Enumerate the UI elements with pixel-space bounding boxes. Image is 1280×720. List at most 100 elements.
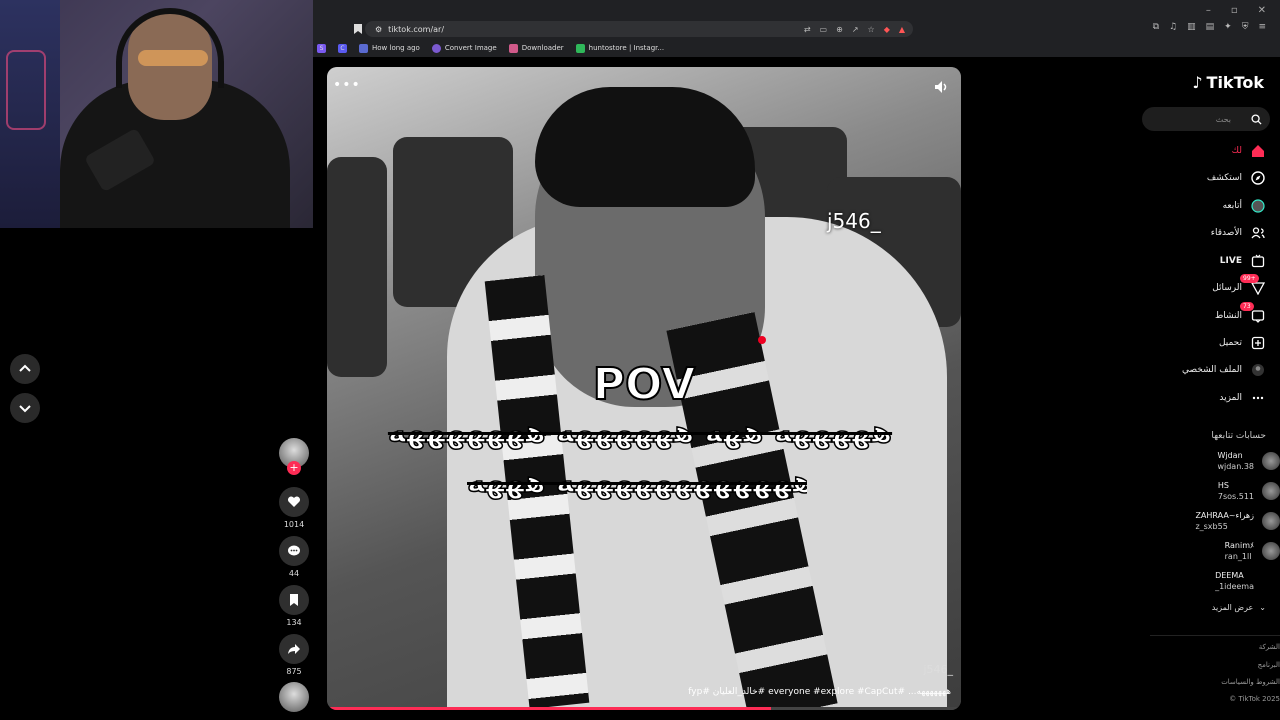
- bookmark-page-icon[interactable]: [353, 23, 363, 35]
- following-account[interactable]: DEEMA _1ideema: [1138, 568, 1280, 594]
- video-caption[interactable]: هههههههه... #everyone #explore #CapCut #…: [688, 687, 951, 697]
- video-watermark-bottom: j546_: [923, 663, 953, 676]
- video-more-options-button[interactable]: •••: [333, 77, 361, 93]
- bookmark-favicon-icon: [575, 43, 585, 53]
- address-bar[interactable]: ⚙ tiktok.com/ar/ ⇄ ▭ ⊕ ↗ ☆ ◆ ▲: [365, 21, 913, 37]
- bookmark-how-long-ago[interactable]: How long ago: [359, 43, 420, 53]
- chevron-down-icon: [19, 405, 31, 413]
- see-more-button[interactable]: ⌄ عرض المزيد: [1212, 603, 1266, 612]
- extensions-toolbar: ⧉ ♫ ▥ ▤ ✦ ⛨ ≡: [1153, 22, 1266, 32]
- shield-extension-icon[interactable]: ◆: [884, 25, 890, 34]
- account-name: Ranimﾒ: [1224, 541, 1254, 550]
- music-disc-avatar[interactable]: [279, 682, 309, 712]
- sidebar-icon[interactable]: ▥: [1187, 22, 1196, 32]
- nav-for-you[interactable]: لك: [1142, 141, 1266, 161]
- bookmark-label: Downloader: [521, 44, 564, 52]
- site-info-icon[interactable]: ⚙: [375, 25, 382, 34]
- comment-button[interactable]: [279, 536, 309, 566]
- address-row: ⚙ tiktok.com/ar/ ⇄ ▭ ⊕ ↗ ☆ ◆ ▲ ⧉ ♫ ▥ ▤ ✦…: [313, 20, 1280, 38]
- vpn-icon[interactable]: ⛨: [1242, 22, 1249, 32]
- nav-label: الملف الشخصي: [1182, 365, 1242, 375]
- follow-creator-button[interactable]: +: [287, 461, 301, 475]
- compass-icon: [1250, 170, 1266, 186]
- like-count: 1014: [283, 520, 305, 529]
- bookmark-icon: [290, 594, 298, 606]
- star-icon[interactable]: ☆: [868, 25, 875, 34]
- friends-icon: [1250, 225, 1266, 241]
- tiktok-note-icon: ♪: [1192, 73, 1203, 92]
- overlay-text-line-2: ههههههههههههه هههه: [467, 465, 807, 500]
- share-icon[interactable]: ↗: [852, 25, 859, 34]
- nav-friends[interactable]: الأصدقاء: [1142, 223, 1266, 243]
- footer-terms-link[interactable]: الشروط والسياسات: [1221, 678, 1280, 686]
- like-button[interactable]: [279, 487, 309, 517]
- bookmarks-bar: S C How long ago Convert Image Downloade…: [313, 40, 1280, 56]
- bookmark-s[interactable]: S: [317, 43, 326, 53]
- nav-messages[interactable]: 99+ الرسائل: [1142, 274, 1266, 298]
- zoom-icon[interactable]: ⊕: [836, 25, 843, 34]
- footer-program-link[interactable]: البرنامج: [1258, 661, 1280, 669]
- close-window-button[interactable]: ✕: [1258, 5, 1266, 16]
- save-button[interactable]: [279, 585, 309, 615]
- bookmark-huntostore[interactable]: huntostore | Instagr...: [575, 43, 664, 53]
- previous-video-button[interactable]: [10, 354, 40, 384]
- minimize-button[interactable]: –: [1206, 5, 1211, 16]
- webcam-headset: [116, 8, 224, 88]
- video-progress-bar[interactable]: [327, 707, 961, 710]
- maximize-button[interactable]: ▫: [1231, 5, 1238, 16]
- window-controls: – ▫ ✕: [313, 0, 1280, 20]
- account-avatar: [1262, 572, 1280, 590]
- translate-icon[interactable]: ⇄: [804, 25, 811, 34]
- nav-following[interactable]: أتابعه: [1142, 196, 1266, 216]
- nav-label: استكشف: [1206, 173, 1242, 183]
- see-more-label: عرض المزيد: [1211, 603, 1254, 612]
- bookmark-convert-image[interactable]: Convert Image: [431, 43, 497, 53]
- address-bar-tools: ⇄ ▭ ⊕ ↗ ☆ ◆ ▲: [804, 25, 913, 34]
- overlay-text-line-1: هههههه ههه ههههههه هههههههه: [387, 415, 893, 450]
- following-account[interactable]: Ranimﾒ ran_1ll: [1138, 538, 1280, 564]
- nav-explore[interactable]: استكشف: [1142, 168, 1266, 188]
- nav-live[interactable]: LIVE: [1142, 251, 1266, 271]
- webcam-overlay: [0, 0, 313, 228]
- following-account[interactable]: HS 7sos.511: [1138, 478, 1280, 504]
- account-avatar: [1262, 542, 1280, 560]
- nav-upload[interactable]: تحميل: [1142, 333, 1266, 353]
- extension-puzzle-icon[interactable]: ⧉: [1153, 22, 1159, 32]
- menu-icon[interactable]: ≡: [1258, 22, 1266, 32]
- bookmark-downloader[interactable]: Downloader: [508, 43, 564, 53]
- tiktok-logo[interactable]: ♪ TikTok: [1192, 73, 1264, 92]
- cast-icon[interactable]: ▭: [820, 25, 828, 34]
- sound-icon[interactable]: [933, 79, 949, 95]
- messages-icon: 99+: [1240, 274, 1266, 296]
- following-account[interactable]: Wjdan wjdan.38: [1138, 448, 1280, 474]
- video-player[interactable]: ••• j546_ POV هههههه ههه ههههههه ههههههه…: [327, 67, 961, 710]
- profile-icon: [1250, 362, 1266, 378]
- alert-extension-icon[interactable]: ▲: [899, 25, 905, 34]
- nav-profile[interactable]: الملف الشخصي: [1142, 360, 1266, 380]
- next-video-button[interactable]: [10, 393, 40, 423]
- comment-icon: [288, 545, 300, 556]
- share-button[interactable]: [279, 634, 309, 664]
- search-input[interactable]: بحث: [1142, 107, 1270, 131]
- account-name: ZAHRAA~زهراء: [1195, 511, 1254, 520]
- chevron-up-icon: [19, 364, 31, 372]
- footer-company-link[interactable]: الشركة: [1259, 643, 1280, 651]
- upload-icon: [1250, 335, 1266, 351]
- person-hair: [535, 87, 755, 207]
- tab-icon[interactable]: ▤: [1206, 22, 1215, 32]
- following-account[interactable]: ZAHRAA~زهراء z_sxb55: [1138, 508, 1280, 534]
- nav-activity[interactable]: 73 النشاط: [1142, 302, 1266, 326]
- chevron-down-icon: ⌄: [1259, 603, 1266, 612]
- live-icon: [1250, 253, 1266, 269]
- overlay-title: POV: [592, 358, 697, 411]
- search-icon: [1251, 113, 1262, 125]
- video-progress-fill: [327, 707, 771, 710]
- extension-icon[interactable]: ✦: [1224, 22, 1232, 32]
- media-icon[interactable]: ♫: [1169, 22, 1177, 32]
- bookmark-c-icon: C: [338, 43, 347, 53]
- nav-label: المزيد: [1219, 393, 1242, 403]
- nav-label: LIVE: [1219, 256, 1242, 266]
- nav-more[interactable]: المزيد: [1142, 388, 1266, 408]
- bookmark-c[interactable]: C: [338, 43, 347, 53]
- account-name: DEEMA: [1215, 571, 1244, 580]
